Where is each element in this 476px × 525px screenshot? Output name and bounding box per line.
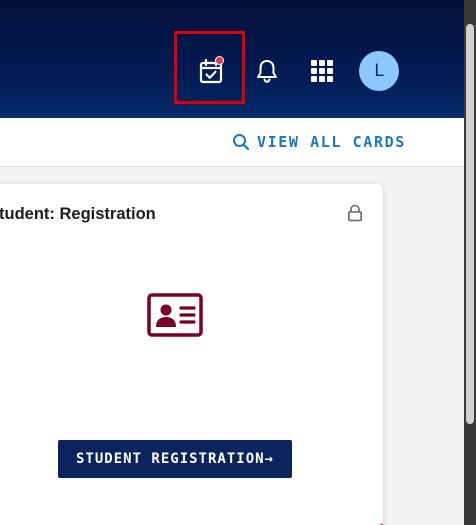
id-card-icon (147, 293, 203, 337)
apps-grid-icon (311, 60, 333, 82)
card-title: Student: Registration (0, 205, 156, 223)
apps-button[interactable] (307, 56, 337, 86)
user-avatar[interactable]: L (359, 51, 399, 91)
vertical-scrollbar[interactable] (464, 0, 476, 525)
view-all-cards-label: VIEW ALL CARDS (257, 133, 406, 151)
sub-toolbar: VIEW ALL CARDS (0, 118, 464, 167)
notifications-button[interactable] (252, 56, 282, 86)
student-registration-label: STUDENT REGISTRATION→ (75, 451, 274, 467)
avatar-initial: L (374, 61, 384, 81)
bell-icon (257, 60, 277, 83)
registration-card: Student: Registration STUDENT REGISTRATI… (0, 184, 383, 525)
notification-dot (215, 56, 224, 65)
scrollbar-thumb[interactable] (466, 24, 474, 424)
top-header: L (0, 0, 464, 118)
page: L VIEW ALL CARDS Student: Registration S… (0, 0, 476, 525)
view-all-cards-link[interactable]: VIEW ALL CARDS (232, 133, 406, 151)
search-icon (233, 134, 250, 151)
calendar-button[interactable] (195, 55, 227, 87)
student-registration-button[interactable]: STUDENT REGISTRATION→ (58, 440, 292, 478)
lock-icon[interactable] (347, 204, 363, 222)
